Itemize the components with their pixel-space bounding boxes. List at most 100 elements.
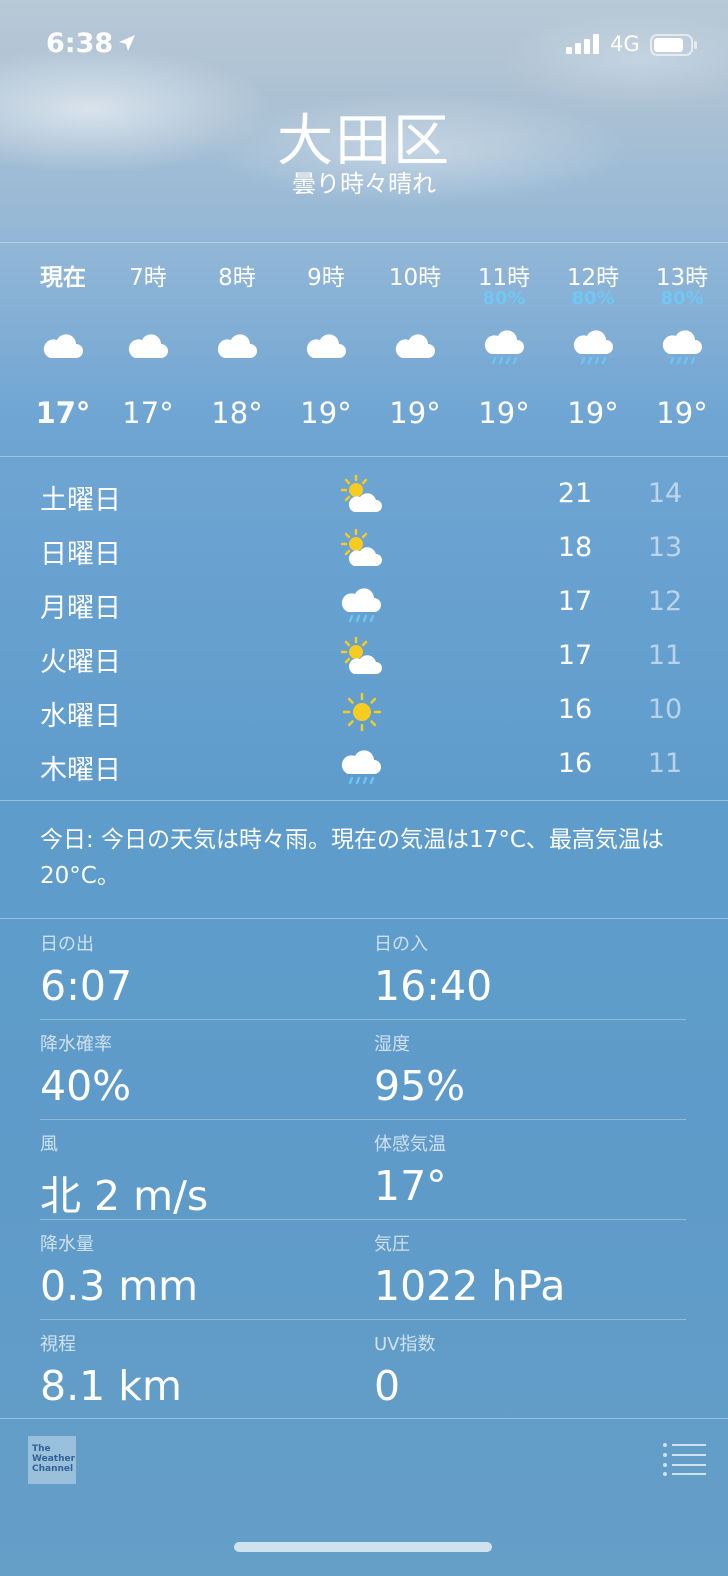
wind: 風 北 2 m/s — [40, 1130, 208, 1222]
hour-item: 現在 17° — [18, 244, 108, 456]
detail-label: 日の出 — [40, 934, 94, 955]
cellular-signal-icon — [566, 34, 602, 58]
cloud-rain-icon — [570, 324, 616, 370]
detail-row: 視程 8.1 km UV指数 0 — [40, 1320, 686, 1420]
cloud-icon — [214, 324, 260, 370]
cloud-icon — [125, 324, 171, 370]
hour-temp: 19° — [567, 396, 619, 430]
hour-item: 12時 80% 19° — [548, 244, 638, 456]
hour-temp: 17° — [122, 396, 174, 430]
detail-value: 6:07 — [40, 962, 133, 1010]
day-low: 13 — [647, 532, 683, 563]
location-arrow-icon — [118, 34, 136, 56]
hour-precip: 80% — [660, 288, 704, 309]
divider — [0, 242, 728, 243]
network-type: 4G — [610, 32, 640, 56]
hour-item: 13時 80% 19° — [637, 244, 727, 456]
precip-chance: 降水確率 40% — [40, 1030, 131, 1110]
cloud-rain-icon — [481, 324, 527, 370]
battery-icon — [650, 34, 698, 60]
detail-row: 降水確率 40% 湿度 95% — [40, 1020, 686, 1120]
detail-value: 17° — [374, 1162, 447, 1210]
detail-label: 視程 — [40, 1334, 76, 1355]
current-condition: 曇り時々晴れ — [292, 170, 436, 198]
detail-label: 体感気温 — [374, 1134, 446, 1155]
day-high: 17 — [557, 640, 593, 671]
day-low: 10 — [647, 694, 683, 725]
hour-temp: 19° — [656, 396, 708, 430]
detail-value: 16:40 — [374, 962, 493, 1010]
daily-row: 水曜日 16 10 — [0, 686, 728, 740]
today-summary: 今日: 今日の天気は時々雨。現在の気温は17°C、最高気温は20°C。 — [40, 827, 664, 889]
hour-item: 9時 19° — [281, 244, 371, 456]
day-name: 木曜日 — [40, 755, 121, 786]
detail-value: 8.1 km — [40, 1362, 182, 1410]
sunrise: 日の出 6:07 — [40, 930, 132, 1010]
day-name: 月曜日 — [40, 593, 121, 624]
cloud-rain-icon — [338, 742, 386, 790]
detail-value: 北 2 m/s — [40, 1172, 209, 1220]
cloud-rain-icon — [659, 324, 705, 370]
visibility: 視程 8.1 km — [40, 1330, 182, 1410]
detail-value: 95% — [374, 1062, 466, 1110]
day-name: 土曜日 — [40, 485, 121, 516]
hour-label: 9時 — [307, 265, 345, 291]
footer: The Weather Channel — [28, 1436, 708, 1486]
hourly-forecast[interactable]: 現在 17° 7時 17° 8時 18° 9時 19° 10時 19° 11時 … — [0, 244, 728, 456]
hour-temp: 19° — [389, 396, 441, 430]
day-high: 18 — [557, 532, 593, 563]
detail-value: 0.3 mm — [40, 1262, 199, 1310]
pressure: 気圧 1022 hPa — [374, 1230, 565, 1310]
hour-label: 10時 — [388, 265, 442, 291]
daily-row: 土曜日 21 14 — [0, 470, 728, 524]
detail-row: 降水量 0.3 mm 気圧 1022 hPa — [40, 1220, 686, 1320]
hour-label: 8時 — [218, 265, 256, 291]
uv-index: UV指数 0 — [374, 1330, 436, 1410]
hour-temp: 19° — [300, 396, 352, 430]
day-name: 水曜日 — [40, 701, 121, 732]
detail-row: 日の出 6:07 日の入 16:40 — [40, 920, 686, 1020]
day-low: 11 — [647, 640, 683, 671]
day-high: 16 — [557, 748, 593, 779]
detail-value: 0 — [374, 1362, 401, 1410]
hour-label: 13時 — [655, 265, 709, 291]
hour-item: 8時 18° — [192, 244, 282, 456]
divider — [0, 800, 728, 801]
partly-sunny-icon — [338, 634, 386, 682]
detail-value: 40% — [40, 1062, 132, 1110]
day-high: 16 — [557, 694, 593, 725]
daily-row: 火曜日 17 11 — [0, 632, 728, 686]
partly-sunny-icon — [338, 472, 386, 520]
daily-row: 月曜日 17 12 — [0, 578, 728, 632]
home-indicator[interactable] — [234, 1542, 492, 1552]
cloud-rain-icon — [338, 580, 386, 628]
hour-temp: 17° — [35, 396, 91, 430]
cloud-icon — [40, 324, 86, 370]
sun-icon — [338, 688, 386, 736]
weather-channel-logo[interactable]: The Weather Channel — [28, 1436, 76, 1484]
detail-value: 1022 hPa — [374, 1262, 566, 1310]
daily-row: 日曜日 18 13 — [0, 524, 728, 578]
hour-item: 10時 19° — [370, 244, 460, 456]
day-name: 火曜日 — [40, 647, 121, 678]
hour-precip: 80% — [482, 288, 526, 309]
hour-item: 11時 80% 19° — [459, 244, 549, 456]
hour-label: 12時 — [566, 265, 620, 291]
hour-label: 7時 — [129, 265, 167, 291]
precipitation: 降水量 0.3 mm — [40, 1230, 198, 1310]
feels-like: 体感気温 17° — [374, 1130, 447, 1210]
cloud-icon — [303, 324, 349, 370]
hour-temp: 18° — [211, 396, 263, 430]
daily-row: 木曜日 16 11 — [0, 740, 728, 794]
detail-label: 湿度 — [374, 1034, 410, 1055]
day-low: 11 — [647, 748, 683, 779]
list-icon[interactable] — [662, 1442, 708, 1476]
day-name: 日曜日 — [40, 539, 121, 570]
divider — [0, 918, 728, 919]
status-time: 6:38 — [46, 28, 114, 59]
detail-label: 降水確率 — [40, 1034, 112, 1055]
hour-label: 11時 — [477, 265, 531, 291]
cloud-icon — [392, 324, 438, 370]
hour-precip: 80% — [571, 288, 615, 309]
hour-temp: 19° — [478, 396, 530, 430]
